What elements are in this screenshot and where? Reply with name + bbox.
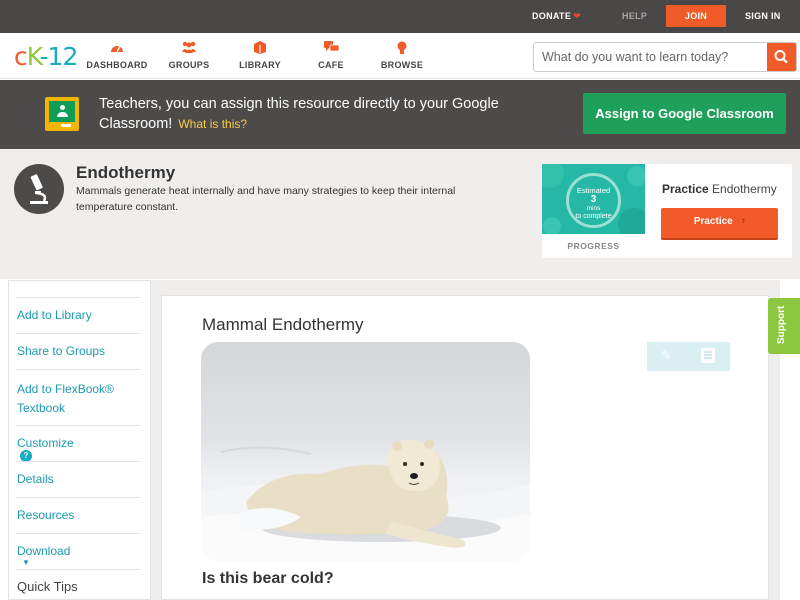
nav-browse-label: BROWSE (380, 60, 424, 70)
heart-icon: ❤ (573, 11, 581, 21)
sidebar-add-to-library[interactable]: Add to Library (16, 297, 140, 333)
concept-header: Endothermy Mammals generate heat interna… (0, 149, 800, 279)
logo-k: K (26, 42, 41, 71)
sidebar-customize[interactable]: Customize? (16, 425, 140, 462)
sidebar-item-label: Add to FlexBook® Textbook (17, 382, 114, 415)
concept-title: Endothermy (76, 163, 176, 182)
sidebar-item-label: Details (17, 472, 54, 486)
notes-icon[interactable] (701, 348, 715, 363)
sidebar-resources[interactable]: Resources (16, 497, 140, 533)
sidebar-item-label: Add to Library (17, 308, 92, 322)
sidebar-details[interactable]: Details (16, 461, 140, 497)
concept-description: Mammals generate heat internally and hav… (76, 185, 456, 213)
sidebar-item-label: Download (17, 544, 71, 558)
logo-12: -12 (39, 42, 79, 71)
groups-icon (154, 41, 224, 55)
nav-groups[interactable]: GROUPS (154, 41, 224, 70)
chevron-right-icon: › (741, 215, 746, 227)
lesson-tools: ✎ (647, 342, 730, 371)
search-box (533, 42, 797, 72)
cafe-icon (296, 41, 366, 55)
sign-in-link[interactable]: SIGN IN (745, 0, 781, 33)
banner-message: Teachers, you can assign this resource d… (99, 94, 519, 134)
action-sidebar: Add to Library Share to Groups Add to Fl… (8, 280, 151, 600)
sidebar-download[interactable]: Download ▼ (16, 533, 140, 569)
search-button[interactable] (767, 43, 796, 71)
ck12-logo[interactable]: cK-12 (14, 42, 79, 71)
google-classroom-icon (45, 97, 79, 131)
sidebar-quick-tips[interactable]: Quick Tips (16, 569, 140, 600)
practice-heading-bold: Practice (662, 182, 709, 196)
dashboard-icon (82, 41, 152, 55)
library-icon (225, 41, 295, 55)
estimate-ring: Estimated 3 mins to complete (566, 173, 621, 228)
support-label: Support (776, 305, 787, 344)
support-tab[interactable]: Support (768, 298, 800, 354)
progress-badge: Estimated 3 mins to complete (542, 164, 645, 234)
estimate-unit: mins (586, 205, 601, 212)
practice-button-label: Practice (693, 216, 733, 227)
teacher-banner: Teachers, you can assign this resource d… (0, 80, 800, 149)
nav-cafe-label: CAFE (318, 60, 344, 70)
sidebar-item-label: Quick Tips (17, 579, 78, 594)
nav-cafe[interactable]: CAFE (296, 41, 366, 70)
estimate-suffix: to complete (575, 213, 612, 220)
progress-label: PROGRESS (567, 241, 620, 251)
question-heading: Is this bear cold? (202, 570, 334, 587)
main-nav: cK-12 DASHBOARD GROUPS LIBRARY CAFE BROW… (0, 33, 800, 79)
estimate-minutes: 3 (590, 194, 597, 205)
sidebar-share-to-groups[interactable]: Share to Groups (16, 333, 140, 369)
practice-heading-topic: Endothermy (712, 182, 777, 196)
search-icon (774, 50, 788, 64)
sidebar-item-label: Resources (17, 508, 75, 522)
join-button[interactable]: JOIN (666, 5, 726, 27)
practice-card: Estimated 3 mins to complete PROGRESS Pr… (542, 164, 792, 258)
donate-label: DONATE (532, 11, 572, 21)
search-input[interactable] (534, 43, 768, 71)
practice-heading: Practice Endothermy (662, 182, 777, 196)
practice-button[interactable]: Practice › (661, 208, 778, 238)
sidebar-add-to-flexbook[interactable]: Add to FlexBook® Textbook (16, 369, 140, 425)
caret-down-icon: ▼ (22, 558, 30, 567)
nav-library[interactable]: LIBRARY (225, 41, 295, 70)
browse-icon (367, 41, 437, 55)
sidebar-item-label: Share to Groups (17, 344, 106, 358)
polar-bear-photo (201, 342, 530, 561)
nav-library-label: LIBRARY (239, 60, 281, 70)
nav-groups-label: GROUPS (168, 60, 210, 70)
top-bar: DONATE ❤ HELP JOIN SIGN IN (0, 0, 800, 33)
nav-browse[interactable]: BROWSE (367, 41, 437, 70)
help-link[interactable]: HELP (622, 0, 647, 33)
assign-google-classroom-button[interactable]: Assign to Google Classroom (583, 93, 786, 134)
nav-dashboard-label: DASHBOARD (86, 60, 148, 70)
banner-text: Teachers, you can assign this resource d… (99, 96, 499, 132)
pencil-icon[interactable]: ✎ (661, 348, 672, 364)
logo-c: c (14, 42, 28, 71)
nav-dashboard[interactable]: DASHBOARD (82, 41, 152, 70)
microscope-icon (14, 164, 64, 214)
lesson-title: Mammal Endothermy (202, 315, 364, 334)
what-is-this-link[interactable]: What is this? (178, 117, 247, 131)
sidebar-item-label: Customize (17, 436, 74, 450)
donate-link[interactable]: DONATE ❤ (532, 0, 581, 33)
